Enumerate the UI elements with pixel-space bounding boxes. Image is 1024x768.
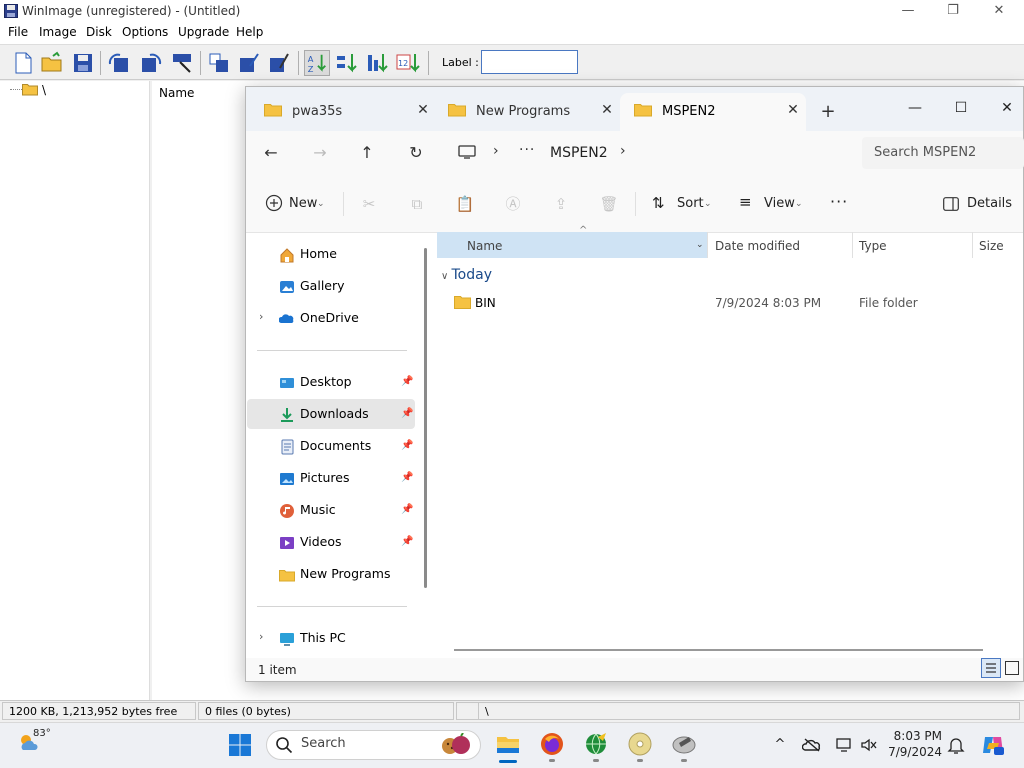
status-bar: [246, 658, 1023, 681]
toolbar-separator: [298, 51, 299, 75]
file-explorer-app-icon[interactable]: [495, 731, 521, 757]
open-folder-icon[interactable]: [39, 50, 65, 76]
menu-disk[interactable]: Disk: [86, 25, 112, 39]
tab-pwa35s[interactable]: pwa35s ✕: [250, 93, 436, 131]
close-tab-icon[interactable]: ✕: [598, 101, 616, 119]
firefox-app-icon[interactable]: [539, 731, 565, 757]
extract-icon[interactable]: [206, 50, 232, 76]
tree-root-label[interactable]: \: [42, 83, 46, 97]
new-tab-button[interactable]: +: [818, 101, 838, 122]
status-free-space: 1200 KB, 1,213,952 bytes free: [2, 702, 196, 720]
toolbar-separator: [100, 51, 101, 75]
toolbar-separator: [428, 51, 429, 75]
notification-bell-icon[interactable]: [947, 735, 965, 755]
running-app-indicator: [681, 759, 687, 762]
close-button[interactable]: ✕: [984, 93, 1023, 123]
close-button[interactable]: ✕: [984, 2, 1014, 20]
folder-tree: [0, 81, 150, 700]
onedrive-off-icon[interactable]: [802, 736, 822, 754]
label-input[interactable]: [481, 50, 578, 74]
volume-muted-icon[interactable]: [860, 736, 878, 754]
status-path: \: [478, 702, 1020, 720]
running-app-indicator: [637, 759, 643, 762]
save-icon[interactable]: [70, 50, 96, 76]
restore-button[interactable]: ❐: [938, 2, 968, 20]
menu-help[interactable]: Help: [236, 25, 263, 39]
close-tab-icon[interactable]: ✕: [414, 101, 432, 119]
network-globe-app-icon[interactable]: [583, 731, 609, 757]
search-highlight-icon: [442, 733, 470, 754]
window-title: WinImage (unregistered) - (Untitled): [22, 4, 241, 18]
navigation-pane: [246, 233, 424, 658]
floppy-app-icon: [4, 4, 18, 18]
write-disk-icon[interactable]: [138, 50, 164, 76]
network-icon[interactable]: [835, 736, 853, 754]
tab-label: pwa35s: [292, 104, 343, 119]
svg-text:Z: Z: [308, 64, 314, 74]
running-app-indicator: [593, 759, 599, 762]
search-text: Search: [301, 736, 346, 751]
explorer-window: pwa35s ✕ New Programs ✕ MSPEN2 ✕ + — ☐ ✕: [245, 86, 1024, 682]
status-spacer: [456, 702, 478, 720]
search-icon: [276, 737, 293, 754]
file-view: [437, 233, 1023, 658]
new-document-icon[interactable]: [10, 50, 36, 76]
active-app-indicator: [499, 760, 517, 763]
disk-image-app-icon[interactable]: [671, 731, 697, 757]
cd-app-icon[interactable]: [627, 731, 653, 757]
copilot-icon[interactable]: [981, 733, 1005, 757]
tab-new-programs[interactable]: New Programs ✕: [434, 93, 620, 131]
sort-extension-icon[interactable]: [334, 50, 360, 76]
status-file-count: 0 files (0 bytes): [198, 702, 454, 720]
chevron-up-icon[interactable]: ^: [770, 735, 790, 755]
temperature: 83°: [33, 728, 51, 739]
folder-icon: [448, 104, 466, 117]
sort-name-icon[interactable]: AZ: [304, 50, 330, 76]
sort-date-icon[interactable]: 12: [395, 50, 421, 76]
tab-label: New Programs: [476, 104, 571, 119]
clock-date[interactable]: 7/9/2024: [878, 745, 942, 759]
read-disk-icon[interactable]: [106, 50, 132, 76]
menu-file[interactable]: File: [8, 25, 28, 39]
windows-start-icon[interactable]: [228, 733, 252, 757]
menu-image[interactable]: Image: [39, 25, 77, 39]
tab-label: MSPEN2: [662, 104, 716, 119]
format-disk-icon[interactable]: [170, 50, 196, 76]
close-tab-icon[interactable]: ✕: [784, 101, 802, 119]
minimize-button[interactable]: —: [893, 2, 923, 20]
maximize-button[interactable]: ☐: [938, 93, 984, 123]
folder-icon: [22, 84, 38, 96]
command-bar: [246, 177, 1023, 233]
column-header-name[interactable]: Name: [159, 86, 194, 100]
clock-time[interactable]: 8:03 PM: [878, 729, 942, 743]
delete-icon[interactable]: [266, 50, 292, 76]
address-bar: [246, 131, 1023, 177]
toolbar-separator: [200, 51, 201, 75]
running-app-indicator: [549, 759, 555, 762]
folder-icon: [264, 104, 282, 117]
tab-bar: pwa35s ✕ New Programs ✕ MSPEN2 ✕ + — ☐ ✕: [246, 87, 1023, 131]
sort-size-icon[interactable]: [365, 50, 391, 76]
svg-text:12: 12: [398, 59, 408, 68]
menu-upgrade[interactable]: Upgrade: [178, 25, 229, 39]
menu-options[interactable]: Options: [122, 25, 168, 39]
inject-icon[interactable]: [236, 50, 262, 76]
minimize-button[interactable]: —: [892, 93, 938, 123]
svg-text:A: A: [308, 54, 314, 64]
folder-icon: [634, 104, 652, 117]
tab-mspen2[interactable]: MSPEN2 ✕: [620, 93, 806, 131]
label-caption: Label :: [442, 56, 479, 69]
